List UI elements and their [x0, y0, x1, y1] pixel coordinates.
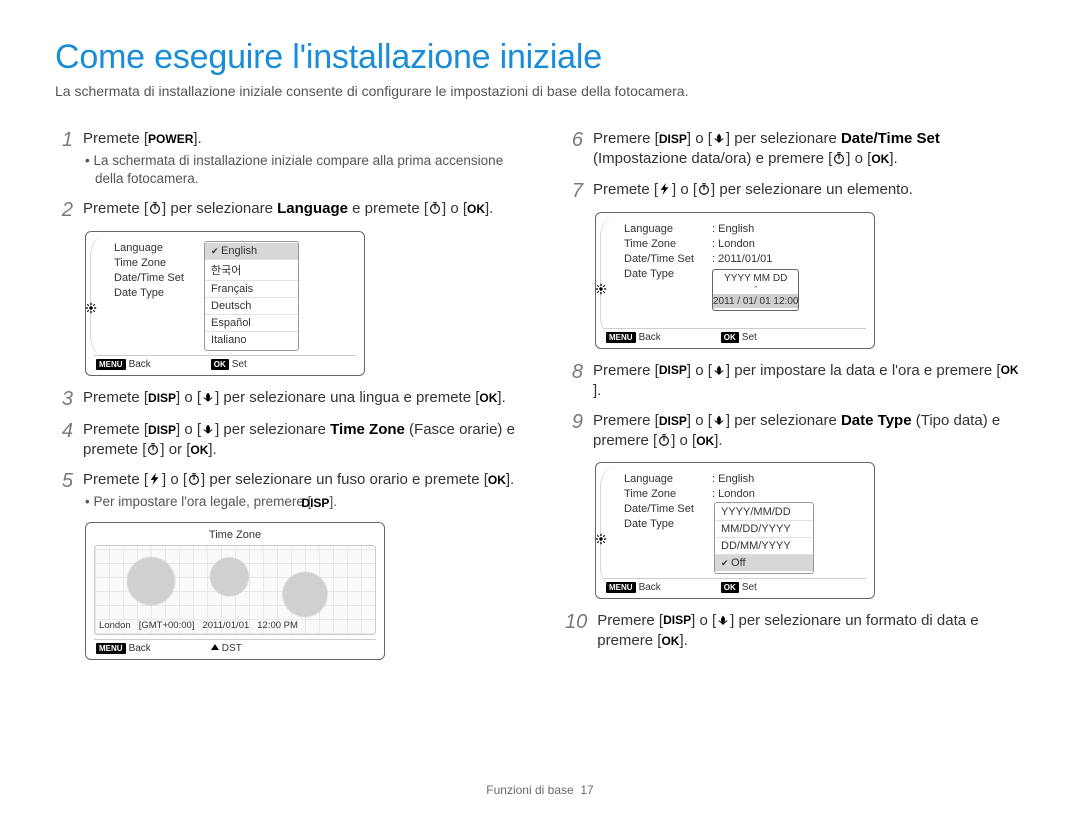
step-1: 1 Premete [POWER]. La schermata di insta…	[55, 129, 515, 189]
step-number: 1	[55, 129, 73, 189]
ok-button-label: OK	[211, 359, 229, 370]
disp-button-label: DISP	[311, 495, 329, 511]
disp-button-label: DISP	[659, 362, 687, 378]
step-4: 4 Premete [DISP] o [] per selezionare Ti…	[55, 420, 515, 461]
power-button-label: POWER	[148, 131, 193, 147]
ok-button-label: OK	[696, 433, 714, 449]
macro-icon	[201, 390, 215, 404]
ok-button-label: OK	[721, 332, 739, 343]
step-5: 5 Premete [] o [] per selezionare un fus…	[55, 470, 515, 511]
macro-icon	[201, 422, 215, 436]
menu-button-label: MENU	[96, 643, 126, 654]
timer-icon	[148, 201, 162, 215]
timer-icon	[187, 472, 201, 486]
lcd-language: Language Time Zone Date/Time Set Date Ty…	[85, 231, 365, 376]
datetype-options: YYYY/MM/DD MM/DD/YYYY DD/MM/YYYY Off	[714, 502, 814, 574]
flash-icon	[658, 182, 672, 196]
timer-icon	[146, 442, 160, 456]
macro-icon	[712, 413, 726, 427]
ok-button-label: OK	[661, 633, 679, 649]
ok-button-label: OK	[721, 582, 739, 593]
disp-button-label: DISP	[148, 390, 176, 406]
timer-icon	[657, 433, 671, 447]
page-footer: Funzioni di base 17	[0, 783, 1080, 797]
step-7: 7 Premete [] o [] per selezionare un ele…	[565, 180, 1025, 202]
page-subtitle: La schermata di installazione iniziale c…	[55, 83, 1025, 99]
language-options: English 한국어 Français Deutsch Español Ita…	[204, 241, 299, 351]
ok-button-label: OK	[479, 390, 497, 406]
macro-icon	[712, 363, 726, 377]
up-arrow-icon	[211, 644, 219, 650]
step-2: 2 Premete [] per selezionare Language e …	[55, 199, 515, 221]
timer-icon	[697, 182, 711, 196]
timer-icon	[428, 201, 442, 215]
step-8: 8 Premere [DISP] o [] per impostare la d…	[565, 361, 1025, 402]
step-6: 6 Premere [DISP] o [] per selezionare Da…	[565, 129, 1025, 170]
gear-icon	[85, 302, 97, 317]
disp-button-label: DISP	[148, 422, 176, 438]
flash-icon	[148, 472, 162, 486]
menu-labels: Language Time Zone Date/Time Set Date Ty…	[114, 238, 194, 351]
lcd-datetype: Language Time Zone Date/Time Set Date Ty…	[595, 462, 875, 599]
ok-button-label: OK	[467, 201, 485, 217]
timer-icon	[832, 151, 846, 165]
step-10: 10 Premere [DISP] o [] per selezionare u…	[565, 611, 1025, 652]
ok-button-label: OK	[1001, 362, 1019, 378]
disp-button-label: DISP	[663, 612, 691, 628]
world-map: London [GMT+00:00] 2011/01/01 12:00 PM	[94, 545, 376, 635]
menu-button-label: MENU	[96, 359, 126, 370]
lcd-timezone: Time Zone London [GMT+00:00] 2011/01/01 …	[85, 522, 385, 660]
macro-icon	[712, 131, 726, 145]
gear-icon	[595, 283, 607, 298]
disp-button-label: DISP	[659, 413, 687, 429]
step-5-note: Per impostare l'ora legale, premere [DIS…	[83, 493, 515, 511]
ok-button-label: OK	[190, 442, 208, 458]
page-title: Come eseguire l'installazione iniziale	[55, 38, 1025, 77]
step-9: 9 Premere [DISP] o [] per selezionare Da…	[565, 411, 1025, 452]
lcd-datetime: Language Time Zone Date/Time Set Date Ty…	[595, 212, 875, 349]
ok-button-label: OK	[488, 472, 506, 488]
disp-button-label: DISP	[659, 131, 687, 147]
gear-icon	[595, 533, 607, 548]
step-1-note: La schermata di installazione iniziale c…	[83, 152, 515, 188]
ok-button-label: OK	[871, 151, 889, 167]
macro-icon	[716, 613, 730, 627]
right-column: 6 Premere [DISP] o [] per selezionare Da…	[565, 129, 1025, 672]
step-3: 3 Premete [DISP] o [] per selezionare un…	[55, 388, 515, 410]
left-column: 1 Premete [POWER]. La schermata di insta…	[55, 129, 515, 672]
